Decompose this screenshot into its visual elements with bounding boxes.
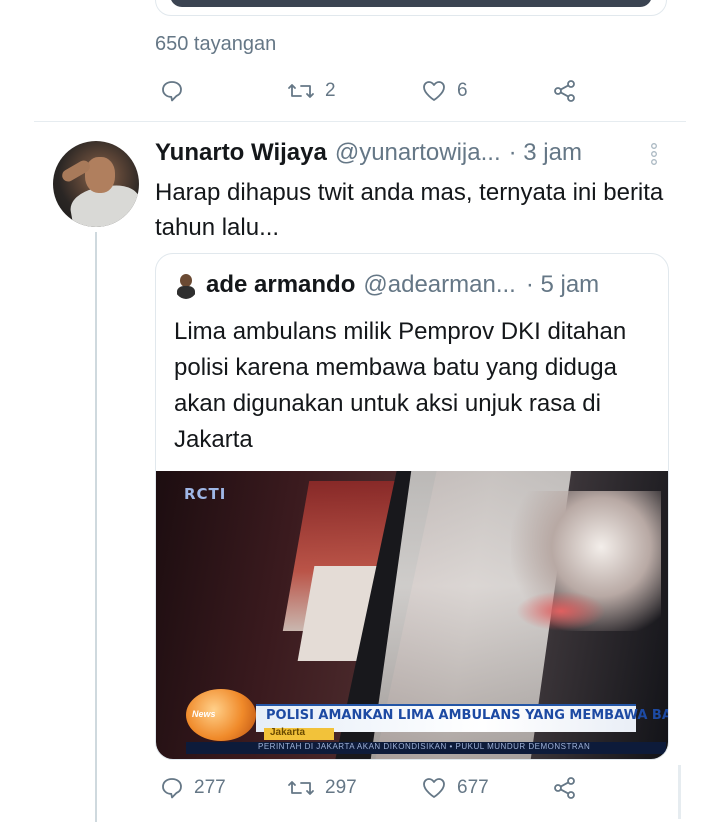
- quoted-author-handle: @adearman...: [363, 271, 516, 298]
- retweet-count: 2: [325, 80, 336, 101]
- thread-line: [95, 232, 97, 822]
- quoted-avatar: [174, 271, 198, 299]
- view-count: 650 tayangan: [155, 33, 277, 55]
- quoted-tweet-time: · 5 jam: [525, 271, 600, 298]
- like-count: 677: [457, 777, 489, 798]
- quoted-tweet-text: Lima ambulans milik Pemprov DKI ditahan …: [174, 318, 627, 453]
- author-name[interactable]: Yunarto Wijaya: [155, 139, 327, 167]
- reply-button[interactable]: 277: [160, 773, 226, 803]
- speech-bubble-icon: [162, 778, 182, 799]
- share-button[interactable]: [552, 76, 578, 106]
- news-ticker: PERINTAH DI JAKARTA AKAN DIKONDISIKAN • …: [186, 742, 666, 754]
- avatar-face: [85, 157, 115, 193]
- channel-logo: RCTI: [184, 485, 227, 503]
- more-options-button[interactable]: [648, 142, 660, 168]
- retweet-button[interactable]: 297: [287, 773, 357, 803]
- previous-tweet-media: [170, 0, 652, 7]
- tweet-text: Harap dihapus twit anda mas, ternyata in…: [155, 179, 664, 241]
- program-logo: News: [186, 689, 256, 741]
- scroll-edge: [678, 765, 681, 819]
- like-button[interactable]: 677: [421, 773, 489, 803]
- author-handle[interactable]: @yunartowija...: [335, 139, 501, 167]
- speech-bubble-icon: [162, 81, 182, 102]
- quoted-tweet[interactable]: ade armando @adearman... · 5 jam Lima am…: [155, 253, 669, 760]
- like-count: 6: [457, 80, 468, 101]
- quoted-video[interactable]: RCTI News POLISI AMANKAN LIMA AMBULANS Y…: [156, 471, 668, 759]
- previous-tweet-actions: 2 6: [0, 76, 720, 106]
- share-button[interactable]: [552, 773, 578, 803]
- retweet-button[interactable]: 2: [287, 76, 336, 106]
- avatar[interactable]: [53, 141, 139, 227]
- quoted-author-name: ade armando: [206, 271, 356, 298]
- tweet-time[interactable]: · 3 jam: [509, 139, 582, 167]
- heart-icon: [423, 81, 445, 101]
- heart-icon: [423, 778, 445, 798]
- vertical-dots-icon: [651, 143, 657, 165]
- reply-button[interactable]: [160, 76, 184, 106]
- tweet-actions: 277 297 677: [0, 773, 720, 803]
- quoted-tweet-header: ade armando @adearman... · 5 jam: [174, 271, 599, 299]
- tweet-divider: [34, 121, 686, 122]
- like-button[interactable]: 6: [421, 76, 468, 106]
- retweet-arrows-icon: [288, 84, 314, 98]
- news-headline: POLISI AMANKAN LIMA AMBULANS YANG MEMBAW…: [266, 708, 668, 723]
- reply-count: 277: [194, 777, 226, 798]
- news-location: Jakarta: [264, 727, 334, 740]
- retweet-count: 297: [325, 777, 357, 798]
- tweet-header: Yunarto Wijaya @yunartowija... · 3 jam: [155, 139, 582, 171]
- previous-tweet-media-card[interactable]: [155, 0, 667, 16]
- retweet-arrows-icon: [288, 781, 314, 795]
- share-icon: [554, 777, 575, 799]
- share-icon: [554, 80, 575, 102]
